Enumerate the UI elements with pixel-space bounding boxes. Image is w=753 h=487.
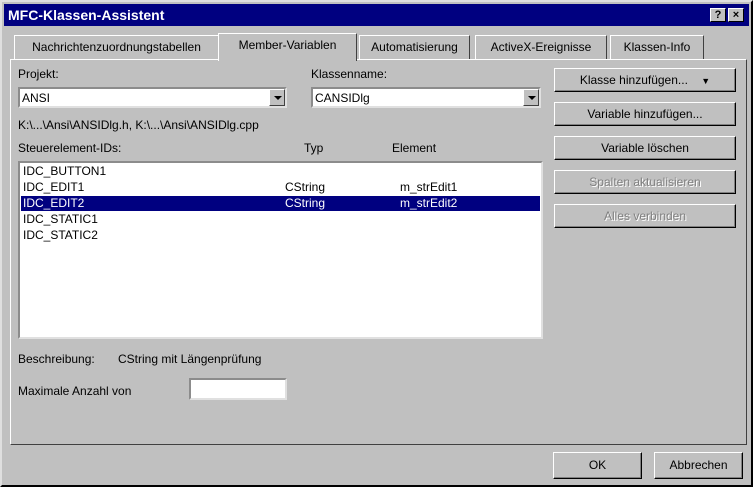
delete-variable-button[interactable]: Variable löschen bbox=[554, 136, 736, 160]
title-bar[interactable]: MFC-Klassen-Assistent ? × bbox=[4, 4, 749, 26]
project-combo[interactable]: ANSI bbox=[18, 87, 287, 108]
row-id: IDC_STATIC2 bbox=[23, 228, 98, 242]
tab-message-maps[interactable]: Nachrichtenzuordnungstabellen bbox=[14, 35, 219, 59]
tab-class-info[interactable]: Klassen-Info bbox=[610, 35, 704, 59]
row-id: IDC_BUTTON1 bbox=[23, 164, 107, 178]
list-item[interactable]: IDC_BUTTON1 bbox=[21, 164, 540, 179]
tab-label: Automatisierung bbox=[371, 40, 458, 54]
description-label: Beschreibung: bbox=[18, 352, 95, 366]
maxlen-input[interactable] bbox=[189, 378, 287, 400]
dropdown-arrow-icon: ▼ bbox=[701, 76, 711, 86]
tab-label: ActiveX-Ereignisse bbox=[490, 40, 592, 54]
help-button[interactable]: ? bbox=[710, 8, 726, 22]
tab-activex-events[interactable]: ActiveX-Ereignisse bbox=[475, 35, 607, 59]
tab-label: Klassen-Info bbox=[623, 40, 691, 54]
row-id: IDC_EDIT1 bbox=[23, 180, 85, 194]
window-title: MFC-Klassen-Assistent bbox=[8, 7, 165, 23]
column-element: Element bbox=[392, 141, 437, 155]
close-button[interactable]: × bbox=[728, 8, 744, 22]
chevron-down-icon bbox=[528, 96, 536, 100]
classname-combo[interactable]: CANSIDlg bbox=[311, 87, 541, 108]
classname-dropdown-arrow[interactable] bbox=[523, 89, 539, 106]
column-type: Typ bbox=[304, 141, 324, 155]
column-ids: Steuerelement-IDs: bbox=[18, 141, 122, 155]
add-class-button[interactable]: Klasse hinzufügen... ▼ bbox=[554, 68, 736, 92]
list-item[interactable]: IDC_STATIC2 bbox=[21, 228, 540, 243]
chevron-down-icon bbox=[274, 96, 282, 100]
tab-label: Member-Variablen bbox=[238, 38, 337, 52]
list-item-selected[interactable]: IDC_EDIT2 CString m_strEdit2 bbox=[21, 196, 540, 211]
tab-member-variables[interactable]: Member-Variablen bbox=[218, 33, 357, 61]
row-element: m_strEdit1 bbox=[400, 180, 458, 194]
classname-value: CANSIDlg bbox=[315, 91, 370, 105]
project-value: ANSI bbox=[22, 91, 51, 105]
ok-button[interactable]: OK bbox=[553, 452, 642, 479]
list-item[interactable]: IDC_EDIT1 CString m_strEdit1 bbox=[21, 180, 540, 195]
file-paths: K:\...\Ansi\ANSIDlg.h, K:\...\Ansi\ANSID… bbox=[18, 118, 259, 132]
project-dropdown-arrow[interactable] bbox=[269, 89, 285, 106]
add-variable-button[interactable]: Variable hinzufügen... bbox=[554, 102, 736, 126]
classname-label: Klassenname: bbox=[311, 67, 388, 81]
add-class-label: Klasse hinzufügen... bbox=[579, 73, 688, 87]
bind-all-button[interactable]: Alles verbinden bbox=[554, 204, 736, 228]
list-item[interactable]: IDC_STATIC1 bbox=[21, 212, 540, 227]
row-type: CString bbox=[285, 180, 326, 194]
cancel-button[interactable]: Abbrechen bbox=[654, 452, 743, 479]
row-element: m_strEdit2 bbox=[400, 196, 458, 210]
row-id: IDC_EDIT2 bbox=[23, 196, 85, 210]
update-columns-button[interactable]: Spalten aktualisieren bbox=[554, 170, 736, 194]
description-value: CString mit Längenprüfung bbox=[118, 352, 262, 366]
tab-label: Nachrichtenzuordnungstabellen bbox=[32, 40, 201, 54]
project-label: Projekt: bbox=[18, 67, 59, 81]
row-id: IDC_STATIC1 bbox=[23, 212, 98, 226]
maxlen-label: Maximale Anzahl von bbox=[18, 384, 132, 398]
control-id-list[interactable]: IDC_BUTTON1 IDC_EDIT1 CString m_strEdit1… bbox=[18, 161, 543, 339]
tab-automation[interactable]: Automatisierung bbox=[359, 35, 470, 59]
row-type: CString bbox=[285, 196, 326, 210]
